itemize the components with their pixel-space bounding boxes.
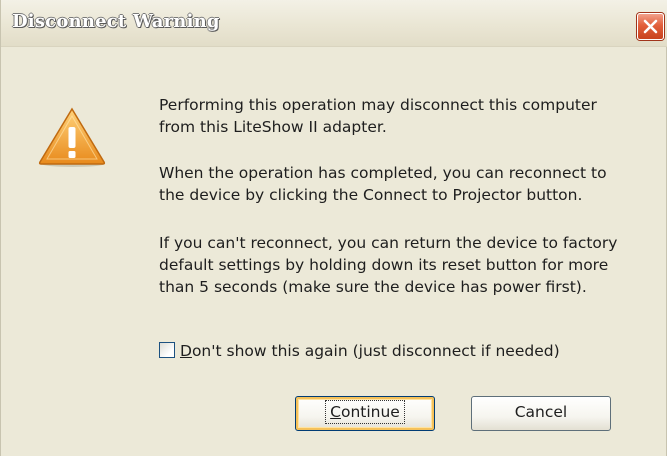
warning-icon xyxy=(38,107,106,167)
message-text: When the operation has completed, you ca… xyxy=(159,164,607,204)
title-bar[interactable]: Disconnect Warning xyxy=(1,0,667,47)
dont-show-again-checkbox[interactable] xyxy=(159,342,175,358)
close-button[interactable] xyxy=(637,13,664,40)
message-text: If you can't reconnect, you can return t… xyxy=(159,234,618,296)
close-icon xyxy=(643,19,658,34)
message-text: Performing this operation may disconnect… xyxy=(159,96,597,136)
window-title: Disconnect Warning xyxy=(12,11,220,32)
cancel-button[interactable]: Cancel xyxy=(471,396,611,431)
continue-button[interactable]: Continue xyxy=(295,396,435,431)
disconnect-warning-dialog: Disconnect Warning Performing this opera… xyxy=(0,0,667,456)
continue-button-label: Continue xyxy=(325,400,405,424)
cancel-button-label: Cancel xyxy=(514,403,568,421)
dont-show-again-label[interactable]: Don't show this again (just disconnect i… xyxy=(180,341,560,361)
